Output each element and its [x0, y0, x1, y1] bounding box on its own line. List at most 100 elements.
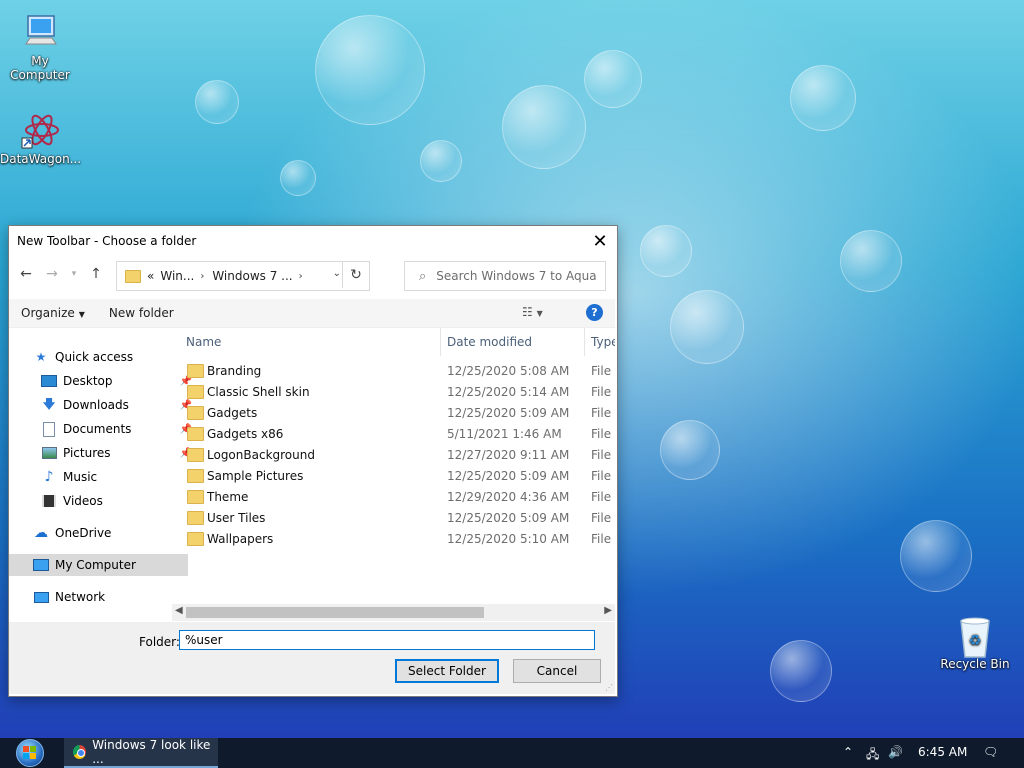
computer-icon	[20, 12, 60, 52]
up-button[interactable]: ↑	[85, 263, 107, 285]
action-center-button[interactable]: 🗨	[983, 745, 998, 759]
column-header-name[interactable]: Name	[186, 335, 221, 349]
file-list: ^ Name Date modified Type Branding 12/25…	[167, 328, 615, 606]
chrome-icon	[73, 745, 87, 759]
breadcrumb-item[interactable]: Windows 7 ...	[212, 269, 292, 283]
file-row[interactable]: Gadgets 12/25/2020 5:09 AM File fo	[167, 402, 615, 423]
search-icon: ⌕	[419, 268, 427, 284]
address-bar[interactable]: « Win... › Windows 7 ... › ⌄ ↻	[116, 261, 370, 291]
folder-icon	[187, 406, 204, 420]
folder-icon	[187, 532, 204, 546]
refresh-button[interactable]: ↻	[342, 262, 369, 288]
chevron-up-icon: ⌃	[843, 745, 854, 759]
resize-grip-icon[interactable]: ⋰	[605, 683, 613, 692]
notification-icon: 🗨	[983, 745, 999, 759]
file-row[interactable]: Classic Shell skin 12/25/2020 5:14 AM Fi…	[167, 381, 615, 402]
chevron-down-icon: ▾	[71, 269, 77, 279]
recycle-bin-icon: ♻	[955, 615, 995, 658]
back-button[interactable]: ←	[15, 263, 37, 285]
star-icon: ★	[35, 350, 47, 364]
volume-icon[interactable]: 🔊	[888, 745, 903, 759]
help-icon: ?	[591, 306, 598, 319]
folder-input[interactable]	[179, 630, 595, 650]
arrow-up-icon: ↑	[90, 266, 102, 282]
horizontal-scrollbar[interactable]: ◀ ▶	[172, 604, 615, 621]
search-placeholder: Search Windows 7 to Aqua	[436, 269, 597, 283]
command-bar: Organize ▼ New folder ☷ ▼ ?	[9, 299, 615, 328]
download-icon: 🡇	[42, 396, 56, 411]
dialog-title: New Toolbar - Choose a folder	[17, 234, 197, 248]
cloud-icon: ☁	[34, 525, 48, 541]
cancel-button[interactable]: Cancel	[513, 659, 601, 683]
navigation-pane: ★ Quick access Desktop 📌 🡇 Downloads 📌 D…	[9, 328, 192, 618]
breadcrumb-item[interactable]: Win...	[160, 269, 194, 283]
folder-icon	[187, 448, 204, 462]
file-row[interactable]: Gadgets x86 5/11/2021 1:46 AM File fo	[167, 423, 615, 444]
music-icon: ♪	[44, 469, 54, 485]
show-hidden-icons-button[interactable]: ⌃	[843, 745, 853, 759]
dialog-titlebar[interactable]: New Toolbar - Choose a folder ✕	[9, 226, 617, 256]
view-list-icon: ☷	[522, 305, 533, 319]
folder-icon	[187, 511, 204, 525]
refresh-icon: ↻	[350, 267, 362, 283]
video-icon	[41, 493, 57, 509]
desktop-icon	[41, 373, 57, 389]
desktop-icon-my-computer[interactable]: My Computer	[0, 12, 80, 82]
desktop-icon-datawagon[interactable]: DataWagon...	[0, 110, 81, 166]
document-icon	[41, 421, 57, 437]
column-header-type[interactable]: Type	[591, 335, 615, 349]
taskbar-item-chrome[interactable]: Windows 7 look like ...	[64, 738, 218, 768]
network-status-icon[interactable]: 🖧	[866, 745, 879, 766]
new-folder-button[interactable]: New folder	[97, 306, 186, 320]
chevron-right-icon[interactable]: ›	[200, 271, 204, 282]
nav-item-my-computer[interactable]: My Computer	[9, 554, 188, 576]
caret-down-icon: ▼	[536, 309, 543, 318]
svg-text:♻: ♻	[969, 633, 982, 649]
file-row[interactable]: Wallpapers 12/25/2020 5:10 AM File fo	[167, 528, 615, 549]
arrow-left-icon: ←	[20, 266, 32, 282]
file-row[interactable]: Sample Pictures 12/25/2020 5:09 AM File …	[167, 465, 615, 486]
help-button[interactable]: ?	[586, 304, 603, 321]
clock[interactable]: 6:45 AM	[918, 745, 967, 759]
file-row[interactable]: User Tiles 12/25/2020 5:09 AM File fo	[167, 507, 615, 528]
computer-icon	[33, 557, 49, 573]
breadcrumb-overflow[interactable]: «	[147, 269, 154, 283]
change-view-button[interactable]: ☷ ▼	[522, 305, 543, 319]
nav-item-quick-access[interactable]: ★ Quick access	[9, 346, 188, 368]
address-dropdown-button[interactable]: ⌄	[333, 268, 341, 279]
arrow-right-icon: →	[46, 266, 58, 282]
atom-logo-icon	[20, 110, 60, 150]
caret-down-icon: ▼	[78, 310, 85, 319]
recent-locations-button[interactable]: ▾	[67, 263, 81, 285]
network-icon	[33, 589, 49, 605]
sort-ascending-icon: ^	[306, 328, 314, 332]
scroll-left-icon[interactable]: ◀	[175, 605, 183, 616]
taskbar: Windows 7 look like ... ⌃ 🖧 🔊 6:45 AM 🗨	[0, 738, 1024, 768]
folder-label: Folder:	[139, 635, 180, 649]
desktop-icon-recycle-bin[interactable]: ♻ Recycle Bin	[935, 615, 1015, 671]
nav-item-onedrive[interactable]: ☁ OneDrive	[9, 522, 188, 544]
folder-icon	[187, 364, 204, 378]
windows-logo-icon	[16, 739, 44, 767]
dialog-footer: Folder: Select Folder Cancel ⋰	[9, 622, 615, 694]
scroll-right-icon[interactable]: ▶	[604, 605, 612, 616]
chevron-right-icon[interactable]: ›	[299, 271, 303, 282]
organize-button[interactable]: Organize ▼	[9, 306, 97, 320]
folder-icon	[125, 269, 141, 283]
file-row[interactable]: Theme 12/29/2020 4:36 AM File fo	[167, 486, 615, 507]
start-button[interactable]	[12, 738, 48, 768]
close-button[interactable]: ✕	[585, 226, 615, 256]
folder-icon	[187, 385, 204, 399]
scrollbar-thumb[interactable]	[186, 607, 484, 618]
folder-icon	[187, 427, 204, 441]
folder-icon	[187, 469, 204, 483]
column-header-date-modified[interactable]: Date modified	[447, 335, 532, 349]
file-row[interactable]: LogonBackground 12/27/2020 9:11 AM File …	[167, 444, 615, 465]
select-folder-button[interactable]: Select Folder	[395, 659, 499, 683]
folder-icon	[187, 490, 204, 504]
file-row[interactable]: Branding 12/25/2020 5:08 AM File fo	[167, 360, 615, 381]
pictures-icon	[41, 445, 57, 461]
forward-button[interactable]: →	[41, 263, 63, 285]
search-box[interactable]: ⌕ Search Windows 7 to Aqua	[404, 261, 606, 291]
nav-item-network[interactable]: Network	[9, 586, 188, 608]
